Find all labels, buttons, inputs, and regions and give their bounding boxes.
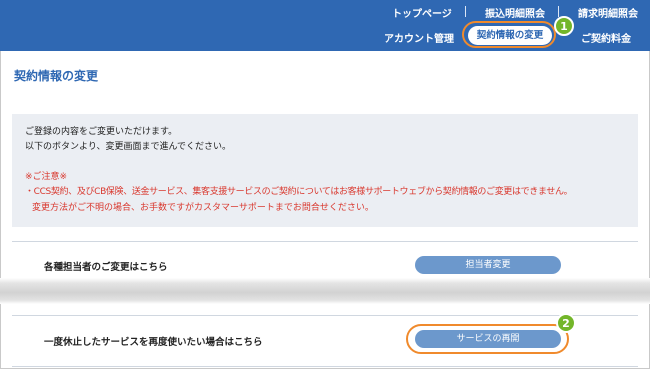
highlight-ring-step-2: [406, 324, 569, 354]
change-contact-person-button[interactable]: 担当者変更: [415, 256, 561, 274]
notice-heading: ※ご注意※: [25, 172, 68, 182]
row-divider: [12, 241, 638, 242]
notice-text-line-2: 変更方法がご不明の場合、お手数ですがカスタマーサポートまでお問合せください。: [32, 203, 374, 213]
nav-top-page[interactable]: トップページ: [392, 5, 452, 20]
step-badge-1: 1: [554, 16, 574, 36]
nav-separator: [465, 6, 466, 17]
page-title: 契約情報の変更: [14, 69, 99, 83]
notice-box: ご登録の内容をご変更いただけます。 以下のボタンより、変更画面まで進んでください…: [12, 114, 638, 227]
row-divider: [12, 315, 638, 316]
row-label-service-resume: 一度休止したサービスを再度使いたい場合はこちら: [44, 337, 263, 348]
nav-separator: [558, 6, 559, 17]
row-divider: [12, 366, 638, 367]
redacted-blur-band: [0, 278, 650, 304]
nav-billing-statement[interactable]: 請求明細照会: [578, 5, 638, 20]
notice-text-line-1: ・CCS契約、及びCB保険、送金サービス、集客支援サービスのご契約についてはお客…: [25, 187, 573, 197]
intro-text-line-2: 以下のボタンより、変更画面まで進んでください。: [25, 142, 232, 152]
step-badge-2: 2: [556, 313, 576, 333]
nav-contract-fee[interactable]: ご契約料金: [581, 30, 631, 45]
nav-account-management[interactable]: アカウント管理: [384, 30, 454, 45]
nav-transfer-statement[interactable]: 振込明細照会: [485, 5, 545, 20]
intro-text-line-1: ご登録の内容をご変更いただけます。: [25, 127, 178, 137]
row-label-contact-person: 各種担当者のご変更はこちら: [44, 262, 168, 273]
highlight-ring-step-1: [462, 21, 556, 48]
